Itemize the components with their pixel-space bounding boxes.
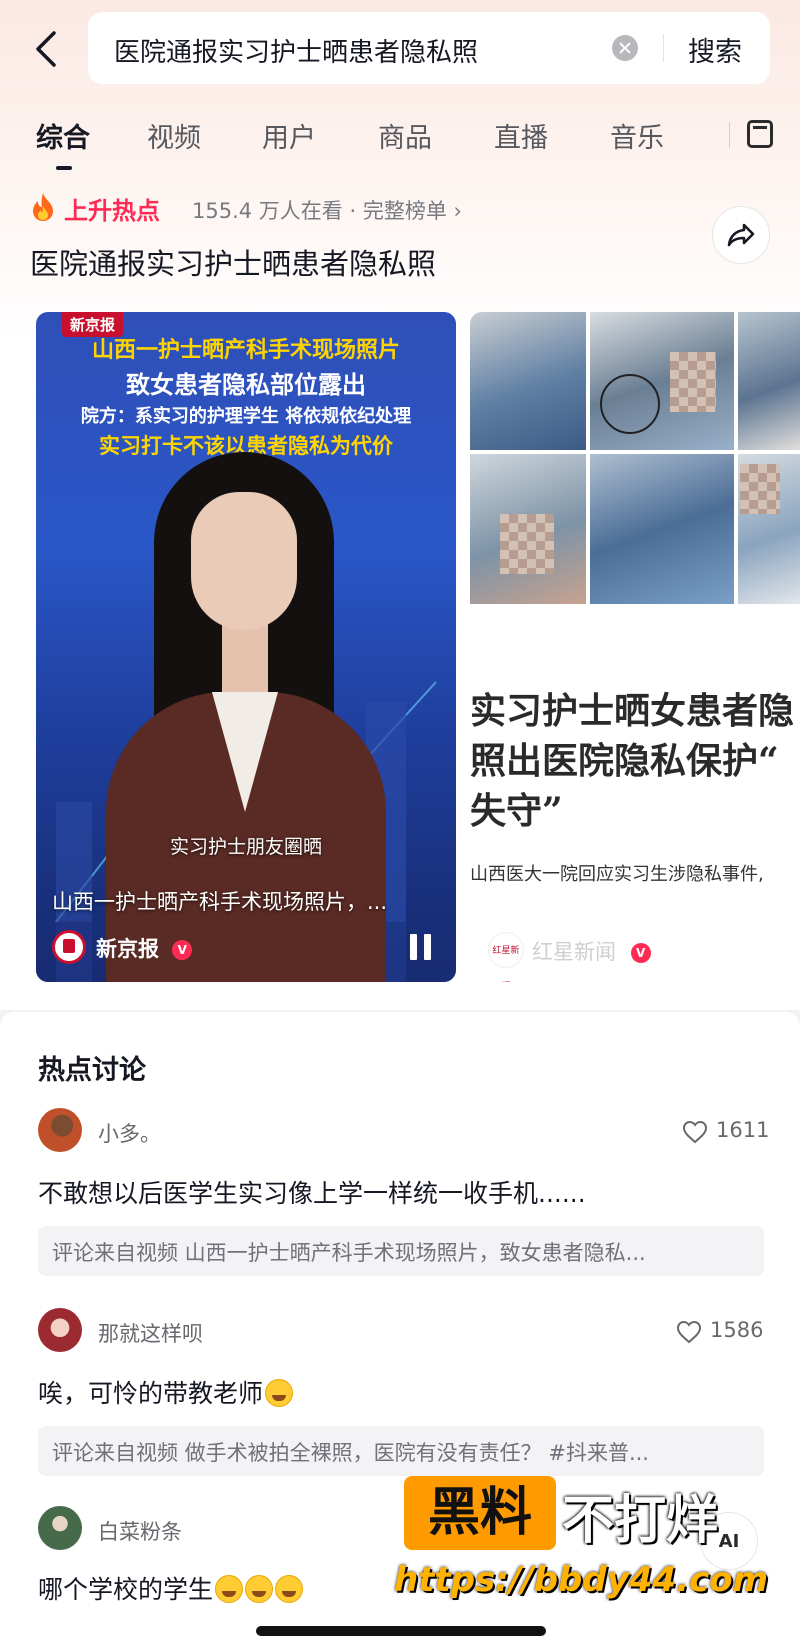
privacy-mosaic	[670, 352, 716, 412]
comment-text-content: 唉，可怜的带教老师	[38, 1379, 264, 1408]
back-arrow-icon[interactable]	[26, 26, 66, 72]
news-anchor-face	[191, 492, 297, 630]
comment-text: 哪个学校的学生	[38, 1570, 304, 1606]
heart-icon[interactable]	[676, 1320, 702, 1344]
comment-username[interactable]: 那就这样呗	[98, 1318, 203, 1348]
collage-photo	[738, 454, 800, 604]
avatar[interactable]	[38, 1506, 82, 1550]
author-name-text: 新京报	[96, 937, 159, 961]
search-input[interactable]: 医院通报实习护士晒患者隐私照	[114, 32, 478, 69]
laughing-crying-emoji-icon	[215, 1575, 244, 1603]
video-card-news[interactable]: 新京报 山西一护士晒产科手术现场照片 致女患者隐私部位露出 院方：系实习的护理学…	[36, 312, 456, 982]
article-body-line: 山西医大一院回应实习生涉隐私事件,	[470, 864, 764, 885]
comment-source-link[interactable]: 评论来自视频 山西一护士晒产科手术现场照片，致女患者隐私...	[38, 1226, 764, 1276]
video-subtitle: 实习护士朋友圈晒	[169, 836, 322, 858]
article-author[interactable]: 红星新闻 V	[532, 936, 651, 966]
comment-text: 不敢想以后医学生实习像上学一样统一收手机......	[38, 1179, 586, 1208]
author-avatar[interactable]	[52, 930, 86, 964]
watermark-text: 不打烊	[562, 1491, 719, 1551]
filter-panel-icon[interactable]	[747, 120, 773, 148]
search-button[interactable]: 搜索	[688, 30, 742, 69]
video-headline-3: 院方：系实习的护理学生 将依规依纪处理	[80, 406, 412, 427]
section-title: 热点讨论	[38, 1055, 146, 1086]
video-card-article[interactable]: 实习护士晒女患者隐 照出医院隐私保护“ 失守” 山西医大一院回应实习生涉隐私事件…	[470, 312, 800, 982]
tab-music[interactable]: 音乐	[610, 116, 664, 155]
author-name[interactable]: 新京报 V	[96, 933, 193, 963]
home-indicator	[256, 1626, 546, 1636]
article-author-logo[interactable]: 红星新闻	[488, 932, 524, 968]
highlight-circle	[600, 374, 660, 434]
video-headline-1: 山西一护士晒产科手术现场照片	[91, 338, 400, 363]
search-bar[interactable]: 医院通报实习护士晒患者隐私照 搜索	[88, 12, 770, 84]
watermark-url: https://bbdy44.com	[394, 1560, 769, 1600]
news-anchor-neck	[222, 624, 268, 694]
hot-topic-title[interactable]: 医院通报实习护士晒患者隐私照	[30, 241, 436, 283]
search-divider	[663, 34, 664, 62]
collage-photo	[470, 312, 586, 450]
avatar[interactable]	[38, 1308, 82, 1352]
tab-divider	[729, 122, 730, 148]
tab-live[interactable]: 直播	[494, 116, 548, 155]
comment-text: 唉，可怜的带教老师	[38, 1374, 294, 1410]
avatar[interactable]	[38, 1108, 82, 1152]
article-headline-1: 实习护士晒女患者隐	[470, 690, 795, 732]
collage-photo	[738, 312, 800, 450]
watermark-logo-box: 黑料	[404, 1476, 556, 1550]
photo-collage	[470, 312, 800, 604]
article-headline-2: 照出医院隐私保护“	[470, 740, 779, 782]
video-caption: 山西一护士晒产科手术现场照片，...	[52, 890, 388, 914]
article-headline-3: 失守”	[470, 790, 563, 832]
crying-emoji-icon	[265, 1379, 294, 1407]
tab-users[interactable]: 用户	[262, 116, 316, 155]
like-count: 1611	[716, 1118, 770, 1142]
laughing-crying-emoji-icon	[245, 1575, 274, 1603]
laughing-crying-emoji-icon	[275, 1575, 304, 1603]
share-icon[interactable]	[712, 206, 770, 264]
like-count: 1586	[710, 1318, 764, 1342]
tab-video[interactable]: 视频	[147, 116, 201, 155]
rising-hot-label: 上升热点	[64, 197, 160, 225]
watching-count-link[interactable]: 155.4 万人在看 · 完整榜单 ›	[192, 195, 462, 225]
tab-products[interactable]: 商品	[378, 116, 432, 155]
active-tab-indicator	[56, 166, 72, 170]
comment-username[interactable]: 白菜粉条	[98, 1516, 182, 1546]
heart-icon[interactable]	[682, 1120, 708, 1144]
comment-text-content: 哪个学校的学生	[38, 1575, 214, 1604]
collage-photo	[590, 454, 734, 604]
tab-comprehensive[interactable]: 综合	[36, 116, 90, 155]
clear-icon[interactable]	[612, 35, 638, 61]
collage-photo	[470, 454, 586, 604]
verified-icon: V	[630, 943, 651, 963]
privacy-mosaic	[740, 464, 780, 514]
article-author-name: 红星新闻	[532, 940, 616, 964]
video-headline-2: 致女患者隐私部位露出	[126, 371, 366, 399]
verified-icon: V	[172, 940, 193, 960]
privacy-mosaic	[500, 514, 554, 574]
flame-icon	[30, 192, 56, 222]
comment-source-link[interactable]: 评论来自视频 做手术被拍全裸照，医院有没有责任？ #抖来普...	[38, 1426, 764, 1476]
comment-username[interactable]: 小多。	[98, 1118, 161, 1148]
pause-icon[interactable]	[410, 934, 432, 960]
collage-photo	[590, 312, 734, 450]
